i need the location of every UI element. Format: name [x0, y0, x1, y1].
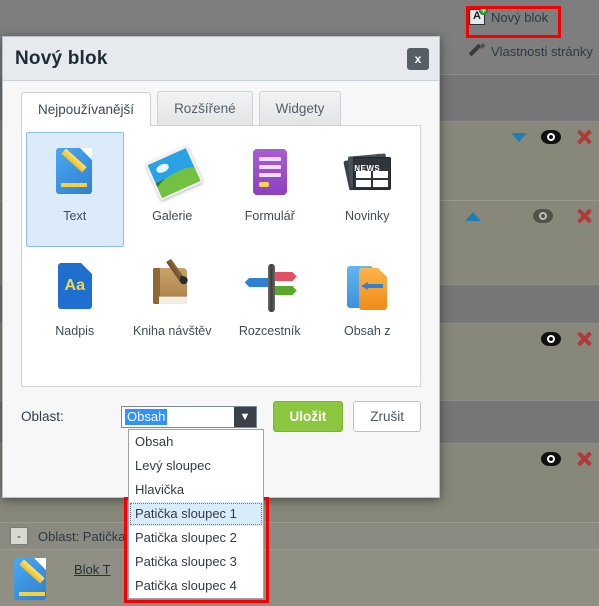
- area-dropdown-list[interactable]: Obsah Levý sloupec Hlavička Patička slou…: [128, 429, 264, 599]
- footer-area-section: - Oblast: Patička Blok T: [0, 522, 599, 606]
- save-button[interactable]: Uložit: [272, 401, 344, 432]
- block-tile-label: Formulář: [244, 209, 295, 223]
- form-icon: [243, 145, 297, 199]
- new-block-label: Nový blok: [491, 9, 549, 25]
- cancel-button[interactable]: Zrušit: [353, 401, 421, 432]
- gallery-photo-icon: [145, 145, 204, 201]
- row-actions: [465, 207, 593, 225]
- dialog-header: Nový blok x: [3, 37, 439, 81]
- delete-x-icon[interactable]: [575, 207, 593, 225]
- area-selected-value: Obsah: [125, 408, 168, 425]
- block-tile-rozcestnik[interactable]: Rozcestník: [221, 247, 319, 362]
- block-tile-label: Nadpis: [55, 324, 95, 338]
- block-tile-label: Rozcestník: [238, 324, 301, 338]
- block-tile-formular[interactable]: Formulář: [221, 132, 319, 247]
- news-icon: NEWS: [340, 145, 394, 199]
- dropdown-option-levy-sloupec[interactable]: Levý sloupec: [129, 454, 263, 478]
- page-properties-label: Vlastnosti stránky: [491, 43, 593, 59]
- tab-nejpouzivanejsi[interactable]: Nejpoužívanější: [21, 92, 152, 126]
- chevron-down-icon[interactable]: ▼: [234, 406, 256, 427]
- heading-aa-icon: Aa: [48, 260, 102, 314]
- block-tile-label: Galerie: [152, 209, 193, 223]
- area-select-row: Oblast: Obsah ▼ Uložit Zrušit: [3, 387, 439, 432]
- block-type-panel: Text Galerie Formulář NEWS Novinky Aa Na…: [21, 125, 421, 387]
- dropdown-option-hlavicka[interactable]: Hlavička: [129, 478, 263, 502]
- eye-icon[interactable]: [541, 332, 561, 346]
- delete-x-icon[interactable]: [575, 450, 593, 468]
- area-section-title: Oblast: Patička: [38, 528, 126, 544]
- dialog-title: Nový blok: [15, 47, 108, 69]
- area-select[interactable]: Obsah ▼: [121, 405, 257, 428]
- new-block-button[interactable]: A + Nový blok: [463, 6, 554, 28]
- page-properties-button[interactable]: Vlastnosti stránky: [463, 40, 599, 62]
- area-label: Oblast:: [21, 409, 64, 424]
- signpost-icon: [243, 260, 297, 314]
- a-block-add-icon: A +: [469, 6, 488, 25]
- block-link[interactable]: Blok T: [74, 562, 111, 577]
- tab-rozsirene[interactable]: Rozšířené: [157, 91, 253, 125]
- block-tile-label: Text: [63, 209, 87, 223]
- row-actions: [511, 128, 593, 146]
- screen: - Oblast: Patička Blok T A + Nový blok Vl…: [0, 0, 599, 606]
- block-tile-kniha-navstev[interactable]: Kniha návštěv: [124, 247, 222, 362]
- block-tile-obsah-z[interactable]: Obsah z: [319, 247, 417, 362]
- block-tile-text[interactable]: Text: [26, 132, 124, 247]
- close-icon[interactable]: x: [407, 47, 429, 70]
- eye-dim-icon[interactable]: [533, 209, 553, 223]
- block-tile-novinky[interactable]: NEWS Novinky: [319, 132, 417, 247]
- row-actions: [541, 450, 593, 468]
- tab-widgety[interactable]: Widgety: [258, 91, 342, 125]
- text-document-icon: [48, 145, 102, 199]
- area-section-body: Blok T: [0, 550, 599, 606]
- chevron-up-icon[interactable]: [465, 211, 481, 221]
- dropdown-option-paticka-sloupec-4[interactable]: Patička sloupec 4: [129, 574, 263, 598]
- dropdown-option-paticka-sloupec-2[interactable]: Patička sloupec 2: [129, 526, 263, 550]
- pencil-icon: [469, 43, 485, 59]
- delete-x-icon[interactable]: [575, 330, 593, 348]
- text-document-icon: [14, 558, 58, 604]
- eye-icon[interactable]: [541, 452, 561, 466]
- chevron-down-icon[interactable]: [511, 132, 527, 142]
- row-actions: [541, 330, 593, 348]
- dialog-tabs: Nejpoužívanější Rozšířené Widgety: [3, 81, 439, 126]
- block-tile-label: Kniha návštěv: [132, 324, 212, 338]
- block-tile-nadpis[interactable]: Aa Nadpis: [26, 247, 124, 362]
- collapse-toggle-button[interactable]: -: [10, 527, 28, 545]
- block-tile-label: Obsah z: [343, 324, 391, 338]
- dropdown-option-paticka-sloupec-3[interactable]: Patička sloupec 3: [129, 550, 263, 574]
- dialog-actions: Uložit Zrušit: [272, 401, 421, 432]
- guestbook-icon: [145, 258, 199, 314]
- block-type-grid: Text Galerie Formulář NEWS Novinky Aa Na…: [22, 126, 420, 368]
- eye-icon[interactable]: [541, 130, 561, 144]
- area-section-header: - Oblast: Patička: [0, 522, 599, 550]
- delete-x-icon[interactable]: [575, 128, 593, 146]
- block-tile-label: Novinky: [345, 209, 390, 223]
- dropdown-option-obsah[interactable]: Obsah: [129, 430, 263, 454]
- content-from-icon: [340, 260, 394, 314]
- dropdown-option-paticka-sloupec-1[interactable]: Patička sloupec 1: [129, 502, 263, 526]
- block-tile-galerie[interactable]: Galerie: [124, 132, 222, 247]
